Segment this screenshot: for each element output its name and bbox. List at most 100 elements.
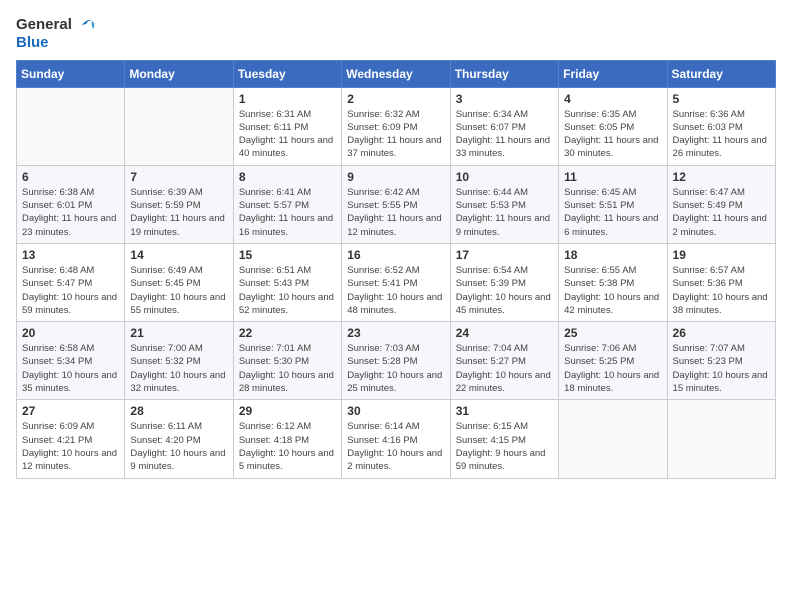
calendar-header-thursday: Thursday xyxy=(450,60,558,87)
day-number: 31 xyxy=(456,404,553,418)
calendar-cell: 19Sunrise: 6:57 AM Sunset: 5:36 PM Dayli… xyxy=(667,243,775,321)
calendar-cell: 26 Sunrise: 7:07 AM Sunset: 5:23 PM Dayli… xyxy=(667,322,775,400)
day-info: Sunrise: 7:06 AM Sunset: 5:25 PM Dayligh… xyxy=(564,342,661,395)
calendar-cell: 5Sunrise: 6:36 AM Sunset: 6:03 PM Daylig… xyxy=(667,87,775,165)
calendar-cell: 31Sunrise: 6:15 AM Sunset: 4:15 PM Dayli… xyxy=(450,400,558,478)
calendar-week-1: 1 Sunrise: 6:31 AM Sunset: 6:11 PM Daylig… xyxy=(17,87,776,165)
day-info: Sunrise: 6:38 AM Sunset: 6:01 PM Dayligh… xyxy=(22,186,119,239)
calendar-cell: 20 Sunrise: 6:58 AM Sunset: 5:34 PM Dayli… xyxy=(17,322,125,400)
day-info: Sunrise: 6:31 AM Sunset: 6:11 PM Dayligh… xyxy=(239,108,336,161)
day-number: 11 xyxy=(564,170,661,184)
day-number: 23 xyxy=(347,326,444,340)
calendar-header-sunday: Sunday xyxy=(17,60,125,87)
day-number: 28 xyxy=(130,404,227,418)
calendar-header-row: SundayMondayTuesdayWednesdayThursdayFrid… xyxy=(17,60,776,87)
calendar-header-monday: Monday xyxy=(125,60,233,87)
day-info: Sunrise: 6:09 AM Sunset: 4:21 PM Dayligh… xyxy=(22,420,119,473)
calendar-cell: 29 Sunrise: 6:12 AM Sunset: 4:18 PM Dayli… xyxy=(233,400,341,478)
calendar-week-3: 13 Sunrise: 6:48 AM Sunset: 5:47 PM Dayli… xyxy=(17,243,776,321)
logo: General Blue xyxy=(16,16,96,52)
day-number: 16 xyxy=(347,248,444,262)
calendar-cell: 15 Sunrise: 6:51 AM Sunset: 5:43 PM Dayli… xyxy=(233,243,341,321)
calendar-cell: 25 Sunrise: 7:06 AM Sunset: 5:25 PM Dayli… xyxy=(559,322,667,400)
day-number: 12 xyxy=(673,170,770,184)
calendar-cell: 16 Sunrise: 6:52 AM Sunset: 5:41 PM Dayli… xyxy=(342,243,450,321)
day-number: 21 xyxy=(130,326,227,340)
day-info: Sunrise: 6:49 AM Sunset: 5:45 PM Dayligh… xyxy=(130,264,227,317)
calendar-cell: 6 Sunrise: 6:38 AM Sunset: 6:01 PM Daylig… xyxy=(17,165,125,243)
day-number: 15 xyxy=(239,248,336,262)
calendar-cell: 21 Sunrise: 7:00 AM Sunset: 5:32 PM Dayli… xyxy=(125,322,233,400)
logo-wordmark: General Blue xyxy=(16,16,96,52)
day-info: Sunrise: 6:58 AM Sunset: 5:34 PM Dayligh… xyxy=(22,342,119,395)
day-info: Sunrise: 6:52 AM Sunset: 5:41 PM Dayligh… xyxy=(347,264,444,317)
page-header: General Blue xyxy=(16,16,776,52)
day-info: Sunrise: 6:32 AM Sunset: 6:09 PM Dayligh… xyxy=(347,108,444,161)
day-number: 26 xyxy=(673,326,770,340)
calendar-cell: 7 Sunrise: 6:39 AM Sunset: 5:59 PM Daylig… xyxy=(125,165,233,243)
day-info: Sunrise: 6:34 AM Sunset: 6:07 PM Dayligh… xyxy=(456,108,553,161)
calendar-cell: 3Sunrise: 6:34 AM Sunset: 6:07 PM Daylig… xyxy=(450,87,558,165)
day-number: 22 xyxy=(239,326,336,340)
calendar-cell: 13 Sunrise: 6:48 AM Sunset: 5:47 PM Dayli… xyxy=(17,243,125,321)
calendar-header-tuesday: Tuesday xyxy=(233,60,341,87)
calendar-cell: 14 Sunrise: 6:49 AM Sunset: 5:45 PM Dayli… xyxy=(125,243,233,321)
day-info: Sunrise: 7:01 AM Sunset: 5:30 PM Dayligh… xyxy=(239,342,336,395)
day-info: Sunrise: 6:57 AM Sunset: 5:36 PM Dayligh… xyxy=(673,264,770,317)
day-number: 6 xyxy=(22,170,119,184)
day-info: Sunrise: 7:03 AM Sunset: 5:28 PM Dayligh… xyxy=(347,342,444,395)
calendar-week-4: 20 Sunrise: 6:58 AM Sunset: 5:34 PM Dayli… xyxy=(17,322,776,400)
day-info: Sunrise: 6:44 AM Sunset: 5:53 PM Dayligh… xyxy=(456,186,553,239)
day-info: Sunrise: 7:04 AM Sunset: 5:27 PM Dayligh… xyxy=(456,342,553,395)
day-info: Sunrise: 7:07 AM Sunset: 5:23 PM Dayligh… xyxy=(673,342,770,395)
calendar-cell xyxy=(17,87,125,165)
calendar-cell: 30Sunrise: 6:14 AM Sunset: 4:16 PM Dayli… xyxy=(342,400,450,478)
day-number: 4 xyxy=(564,92,661,106)
calendar-cell: 27 Sunrise: 6:09 AM Sunset: 4:21 PM Dayli… xyxy=(17,400,125,478)
calendar-cell xyxy=(667,400,775,478)
day-info: Sunrise: 6:11 AM Sunset: 4:20 PM Dayligh… xyxy=(130,420,227,473)
day-number: 14 xyxy=(130,248,227,262)
calendar-cell: 24 Sunrise: 7:04 AM Sunset: 5:27 PM Dayli… xyxy=(450,322,558,400)
calendar-cell: 8 Sunrise: 6:41 AM Sunset: 5:57 PM Daylig… xyxy=(233,165,341,243)
day-info: Sunrise: 6:12 AM Sunset: 4:18 PM Dayligh… xyxy=(239,420,336,473)
day-info: Sunrise: 6:55 AM Sunset: 5:38 PM Dayligh… xyxy=(564,264,661,317)
day-number: 9 xyxy=(347,170,444,184)
day-number: 8 xyxy=(239,170,336,184)
day-info: Sunrise: 6:45 AM Sunset: 5:51 PM Dayligh… xyxy=(564,186,661,239)
day-number: 13 xyxy=(22,248,119,262)
day-number: 25 xyxy=(564,326,661,340)
day-number: 27 xyxy=(22,404,119,418)
day-info: Sunrise: 7:00 AM Sunset: 5:32 PM Dayligh… xyxy=(130,342,227,395)
calendar-cell: 18 Sunrise: 6:55 AM Sunset: 5:38 PM Dayli… xyxy=(559,243,667,321)
calendar-cell: 22 Sunrise: 7:01 AM Sunset: 5:30 PM Dayli… xyxy=(233,322,341,400)
calendar-header-wednesday: Wednesday xyxy=(342,60,450,87)
calendar-cell: 2 Sunrise: 6:32 AM Sunset: 6:09 PM Daylig… xyxy=(342,87,450,165)
day-number: 29 xyxy=(239,404,336,418)
calendar-cell xyxy=(559,400,667,478)
day-info: Sunrise: 6:48 AM Sunset: 5:47 PM Dayligh… xyxy=(22,264,119,317)
day-number: 20 xyxy=(22,326,119,340)
calendar-week-5: 27 Sunrise: 6:09 AM Sunset: 4:21 PM Dayli… xyxy=(17,400,776,478)
day-info: Sunrise: 6:36 AM Sunset: 6:03 PM Dayligh… xyxy=(673,108,770,161)
calendar-cell: 9Sunrise: 6:42 AM Sunset: 5:55 PM Daylig… xyxy=(342,165,450,243)
day-number: 18 xyxy=(564,248,661,262)
day-number: 24 xyxy=(456,326,553,340)
calendar-cell: 17Sunrise: 6:54 AM Sunset: 5:39 PM Dayli… xyxy=(450,243,558,321)
calendar-table: SundayMondayTuesdayWednesdayThursdayFrid… xyxy=(16,60,776,479)
day-info: Sunrise: 6:47 AM Sunset: 5:49 PM Dayligh… xyxy=(673,186,770,239)
day-number: 1 xyxy=(239,92,336,106)
day-info: Sunrise: 6:51 AM Sunset: 5:43 PM Dayligh… xyxy=(239,264,336,317)
day-info: Sunrise: 6:39 AM Sunset: 5:59 PM Dayligh… xyxy=(130,186,227,239)
calendar-cell xyxy=(125,87,233,165)
day-number: 30 xyxy=(347,404,444,418)
calendar-cell: 1 Sunrise: 6:31 AM Sunset: 6:11 PM Daylig… xyxy=(233,87,341,165)
day-info: Sunrise: 6:54 AM Sunset: 5:39 PM Dayligh… xyxy=(456,264,553,317)
calendar-cell: 12 Sunrise: 6:47 AM Sunset: 5:49 PM Dayli… xyxy=(667,165,775,243)
day-number: 7 xyxy=(130,170,227,184)
calendar-cell: 10Sunrise: 6:44 AM Sunset: 5:53 PM Dayli… xyxy=(450,165,558,243)
calendar-cell: 28 Sunrise: 6:11 AM Sunset: 4:20 PM Dayli… xyxy=(125,400,233,478)
day-info: Sunrise: 6:35 AM Sunset: 6:05 PM Dayligh… xyxy=(564,108,661,161)
day-info: Sunrise: 6:41 AM Sunset: 5:57 PM Dayligh… xyxy=(239,186,336,239)
day-number: 2 xyxy=(347,92,444,106)
